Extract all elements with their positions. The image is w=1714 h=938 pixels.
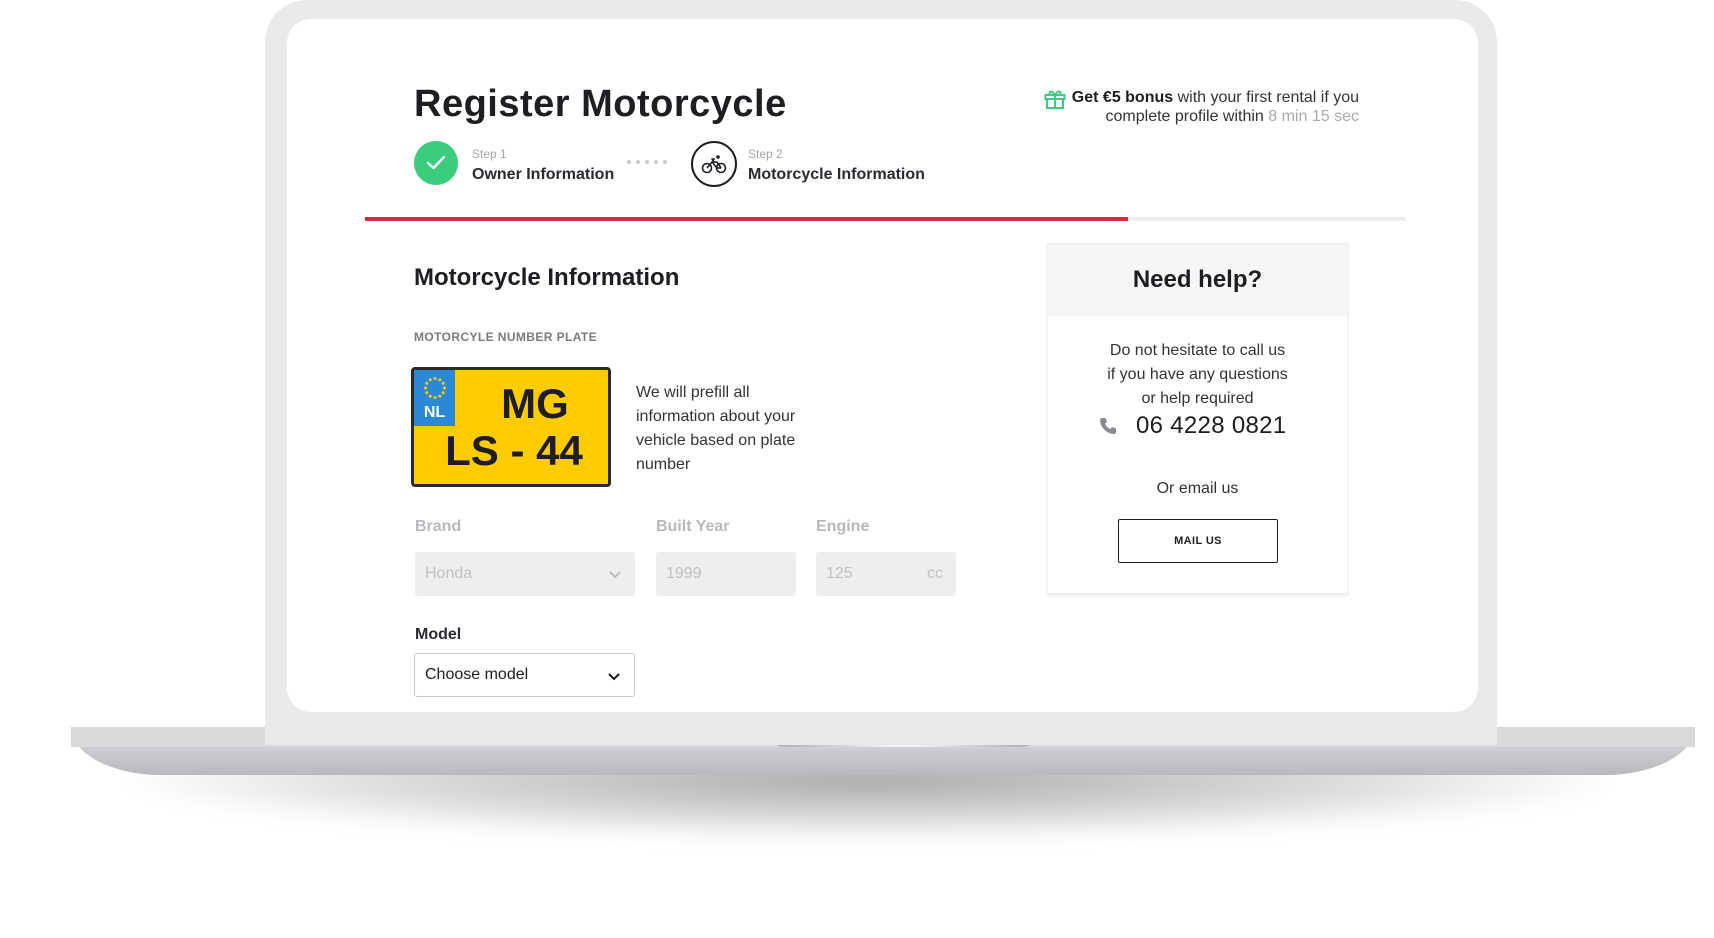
bonus-text-2: complete profile within — [1105, 108, 1269, 125]
help-card: Need help? Do not hesitate to call us if… — [1047, 243, 1348, 594]
model-label: Model — [415, 626, 462, 643]
help-phone-row[interactable]: 06 4228 0821 — [1098, 412, 1286, 440]
bonus-timer: 8 min 15 sec — [1268, 108, 1359, 125]
brand-label: Brand — [415, 518, 462, 535]
bicycle-icon — [691, 141, 737, 187]
step-connector — [627, 160, 667, 164]
plate-note: We will prefill all information about yo… — [636, 384, 796, 473]
plate-line-1: MG — [501, 380, 569, 427]
help-text: Do not hesitate to call us if you have a… — [1048, 339, 1347, 411]
built-year-value: 1999 — [666, 565, 702, 582]
engine-unit: cc — [927, 565, 943, 582]
chevron-down-icon — [609, 571, 621, 579]
bonus-text-1: with your first rental if you — [1173, 89, 1359, 106]
help-line-1: Do not hesitate to call us — [1109, 342, 1286, 359]
built-year-label: Built Year — [656, 518, 730, 535]
chevron-down-icon — [608, 673, 620, 681]
model-value: Choose model — [425, 666, 529, 683]
step-1-label: Owner Information — [472, 166, 615, 183]
step-2-number: Step 2 — [748, 147, 783, 161]
number-plate: NL MG LS - 44 — [411, 367, 611, 487]
laptop-screen: Register Motorcycle Get €5 bonus with yo… — [287, 19, 1478, 712]
help-line-2: if you have any questions — [1107, 366, 1288, 383]
brand-select[interactable]: Honda — [415, 552, 635, 596]
model-select[interactable]: Choose model — [414, 653, 635, 697]
bonus-banner: Get €5 bonus with your first rental if y… — [1072, 88, 1359, 126]
plate-caption: MOTORCYLE NUMBER PLATE — [414, 330, 598, 344]
phone-icon — [1100, 418, 1116, 434]
step-1[interactable]: Step 1 Owner Information — [472, 147, 614, 184]
plate-line-2: LS - 44 — [445, 427, 583, 474]
help-line-3: or help required — [1141, 390, 1254, 407]
section-title: Motorcycle Information — [414, 264, 680, 291]
page-title: Register Motorcycle — [414, 83, 787, 125]
step-1-check-icon — [414, 141, 458, 185]
step-2-label: Motorcycle Information — [748, 166, 925, 183]
engine-value: 125 — [826, 565, 853, 582]
bonus-highlight: Get €5 bonus — [1071, 89, 1174, 106]
help-phone[interactable]: 06 4228 0821 — [1136, 412, 1286, 440]
step-2[interactable]: Step 2 Motorcycle Information — [748, 147, 925, 184]
engine-label: Engine — [816, 518, 870, 535]
help-title: Need help? — [1048, 244, 1347, 316]
built-year-field[interactable]: 1999 — [656, 552, 796, 596]
mail-us-button[interactable]: MAIL US — [1118, 519, 1278, 563]
progress-fill — [365, 217, 1128, 221]
help-or-email: Or email us — [1156, 480, 1239, 497]
brand-value: Honda — [425, 565, 473, 582]
step-1-number: Step 1 — [472, 147, 507, 161]
engine-field[interactable]: 125 cc — [816, 552, 956, 596]
gift-icon — [1044, 89, 1066, 109]
